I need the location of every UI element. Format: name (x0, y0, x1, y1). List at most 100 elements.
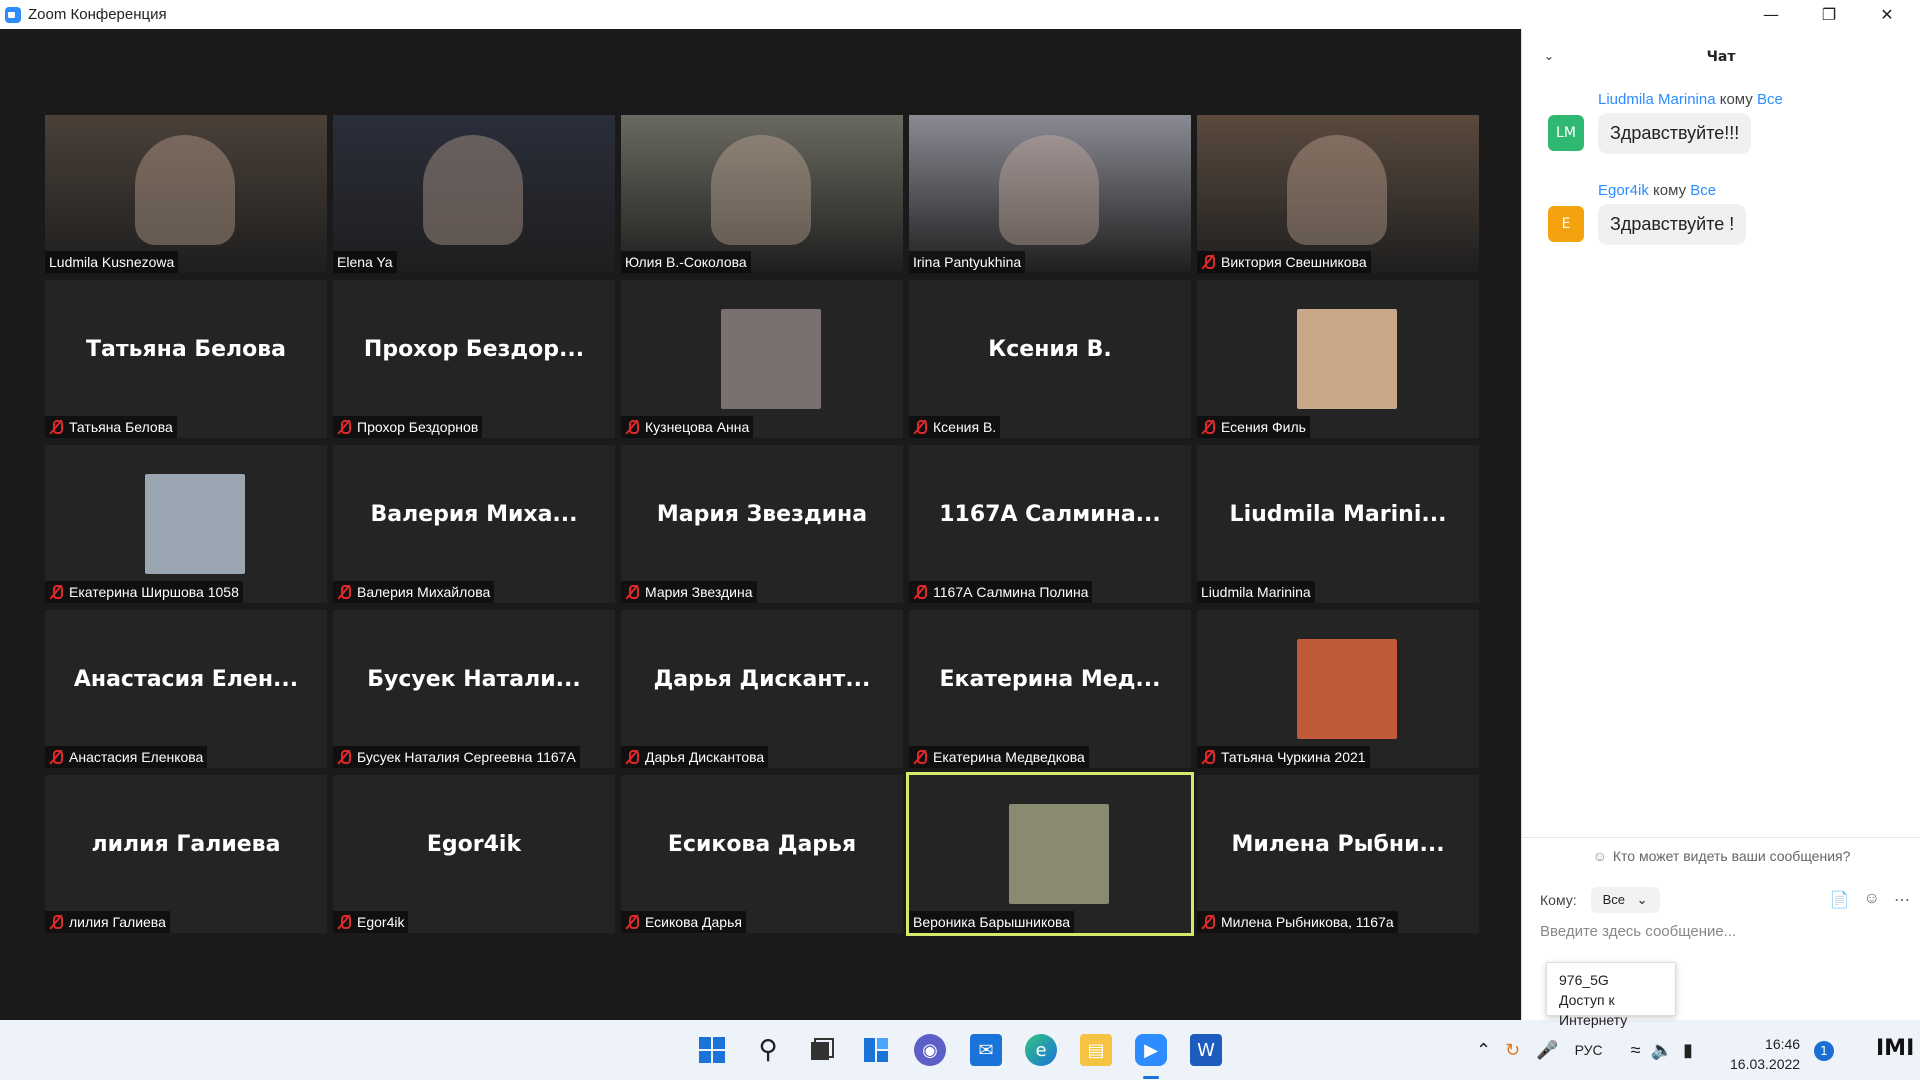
participant-name-label: Egor4ik (333, 911, 409, 933)
participant-tile[interactable]: Elena Ya (333, 115, 615, 273)
battery-icon[interactable]: ▮ (1683, 1040, 1693, 1061)
title-bar: Zoom Конференция — ❐ ✕ (0, 0, 1920, 29)
participant-tile[interactable]: Ксения В. Ксения В. (909, 280, 1191, 438)
participant-tile[interactable]: Кузнецова Анна (621, 280, 903, 438)
sync-icon[interactable]: ↻ (1505, 1040, 1520, 1061)
window-title: Zoom Конференция (28, 6, 167, 23)
participant-tile[interactable]: Вероника Барышникова (906, 772, 1194, 936)
participant-tile[interactable]: Дарья Дискант... Дарья Дискантова (621, 610, 903, 768)
participant-tile[interactable]: Татьяна Белова Татьяна Белова (45, 280, 327, 438)
participant-name: Мария Звездина (645, 584, 753, 600)
participant-tile[interactable]: Есикова Дарья Есикова Дарья (621, 775, 903, 933)
sender-name[interactable]: Liudmila Marinina (1598, 91, 1716, 108)
language-indicator[interactable]: РУС (1575, 1042, 1603, 1058)
who-can-see-link[interactable]: ☺ Кто может видеть ваши сообщения? (1522, 837, 1920, 873)
participant-tile[interactable]: Liudmila Marini... Liudmila Marinina (1197, 445, 1479, 603)
chevron-down-icon: ⌄ (1636, 892, 1648, 907)
video-gallery: Ludmila Kusnezowa Elena Ya Юлия В.-Соколов… (0, 29, 1521, 1020)
muted-mic-icon (913, 749, 927, 765)
participant-tile[interactable]: Egor4ik Egor4ik (333, 775, 615, 933)
participant-tile[interactable]: Irina Pantyukhina (909, 115, 1191, 273)
start-icon[interactable] (696, 1034, 728, 1066)
participant-tile[interactable]: Екатерина Мед... Екатерина Медведкова (909, 610, 1191, 768)
participant-name: Liudmila Marinina (1201, 584, 1311, 600)
video-feed (135, 135, 235, 245)
participant-name-label: Татьяна Белова (45, 416, 177, 438)
participant-tile[interactable]: Мария Звездина Мария Звездина (621, 445, 903, 603)
participant-name: Бусуек Наталия Сергеевна 1167А (357, 749, 576, 765)
message-bubble: Здравствуйте!!! (1598, 113, 1752, 154)
volume-icon[interactable]: 🔈 (1651, 1040, 1673, 1061)
participant-tile[interactable]: Анастасия Елен... Анастасия Еленкова (45, 610, 327, 768)
chat-title: Чат (1706, 49, 1736, 65)
microphone-icon[interactable]: 🎤 (1536, 1040, 1558, 1061)
participant-tile[interactable]: Татьяна Чуркина 2021 (1197, 610, 1479, 768)
notification-badge[interactable]: 1 (1814, 1041, 1834, 1061)
participant-name-label: 1167А Салмина Полина (909, 581, 1093, 603)
muted-mic-icon (49, 584, 63, 600)
participant-display-name: Есикова Дарья (667, 832, 857, 857)
participant-tile[interactable]: Бусуек Натали... Бусуек Наталия Сергеевна… (333, 610, 615, 768)
participant-tile[interactable]: Милена Рыбни... Милена Рыбникова, 1167а (1197, 775, 1479, 933)
video-feed (1287, 135, 1387, 245)
muted-mic-icon (625, 584, 639, 600)
person-icon: ☺ (1592, 847, 1607, 864)
muted-mic-icon (913, 584, 927, 600)
participant-tile[interactable]: лилия Галиева лилия Галиева (45, 775, 327, 933)
task-view-icon[interactable] (806, 1034, 838, 1066)
clock[interactable]: 16:46 16.03.2022 (1730, 1034, 1800, 1074)
network-status: Доступ к Интернету (1559, 992, 1628, 1028)
to-word: кому (1719, 91, 1753, 108)
participant-tile[interactable]: Валерия Миха... Валерия Михайлова (333, 445, 615, 603)
avatar: E (1548, 206, 1584, 242)
recipient-row: Кому: Все ⌄ 📄 ☺ ⋯ (1540, 885, 1910, 915)
participant-name: Юлия В.-Соколова (625, 254, 747, 270)
file-icon[interactable]: 📄 (1830, 890, 1850, 910)
participant-tile[interactable]: Ludmila Kusnezowa (45, 115, 327, 273)
corner-logo-icon: IМI (1876, 1036, 1915, 1061)
chevron-down-icon[interactable]: ⌄ (1544, 49, 1554, 63)
folder-icon[interactable]: ▤ (1080, 1034, 1112, 1066)
emoji-icon[interactable]: ☺ (1864, 890, 1880, 910)
participant-name-label: Irina Pantyukhina (909, 251, 1026, 273)
muted-mic-icon (1201, 254, 1215, 270)
recipient-name[interactable]: Все (1757, 91, 1783, 108)
active-indicator (1143, 1076, 1159, 1079)
restore-button[interactable]: ❐ (1800, 0, 1858, 29)
recipient-select[interactable]: Все ⌄ (1590, 887, 1660, 913)
chat-icon[interactable]: ◉ (914, 1034, 946, 1066)
edge-icon[interactable]: e (1025, 1034, 1057, 1066)
participant-name-label: Есения Филь (1197, 416, 1310, 438)
participant-tile[interactable]: Прохор Бездор... Прохор Бездорнов (333, 280, 615, 438)
time: 16:46 (1765, 1036, 1801, 1052)
chevron-up-icon[interactable]: ⌃ (1476, 1040, 1491, 1061)
wifi-icon[interactable]: ≈ (1631, 1040, 1641, 1061)
participant-tile[interactable]: 1167А Салмина... 1167А Салмина Полина (909, 445, 1191, 603)
muted-mic-icon (1201, 749, 1215, 765)
avatar (1297, 639, 1397, 739)
search-icon[interactable]: ⚲ (752, 1034, 784, 1066)
zoom-icon[interactable]: ▶ (1135, 1034, 1167, 1066)
more-icon[interactable]: ⋯ (1894, 890, 1910, 910)
sender-name[interactable]: Egor4ik (1598, 182, 1649, 199)
recipient-name[interactable]: Все (1690, 182, 1716, 199)
participant-tile[interactable]: Есения Филь (1197, 280, 1479, 438)
participant-tile[interactable]: Виктория Свешникова (1197, 115, 1479, 273)
message-input[interactable]: Введите здесь сообщение... (1540, 923, 1736, 940)
muted-mic-icon (1201, 419, 1215, 435)
mail-icon[interactable]: ✉ (970, 1034, 1002, 1066)
participant-display-name: Екатерина Мед... (939, 667, 1161, 692)
word-icon[interactable]: W (1190, 1034, 1222, 1066)
participant-tile[interactable]: Екатерина Ширшова 1058 (45, 445, 327, 603)
widgets-icon[interactable] (860, 1034, 892, 1066)
close-button[interactable]: ✕ (1858, 0, 1916, 29)
participant-name: 1167А Салмина Полина (933, 584, 1089, 600)
avatar (145, 474, 245, 574)
to-label: Кому: (1540, 892, 1577, 908)
participant-display-name: Liudmila Marini... (1229, 502, 1447, 527)
participant-name: Екатерина Ширшова 1058 (69, 584, 239, 600)
zoom-logo-icon (5, 6, 21, 23)
participant-tile[interactable]: Юлия В.-Соколова (621, 115, 903, 273)
participant-display-name: Бусуек Натали... (367, 667, 581, 692)
minimize-button[interactable]: — (1742, 0, 1800, 29)
